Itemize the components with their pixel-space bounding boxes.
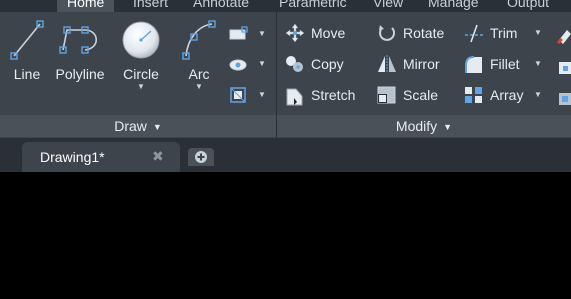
arc-button[interactable]: Arc ▼: [180, 18, 218, 91]
circle-button[interactable]: Circle ▼: [119, 18, 163, 91]
new-tab-button[interactable]: [188, 148, 214, 166]
explode-icon[interactable]: [557, 58, 571, 78]
array-button[interactable]: Array: [463, 84, 533, 106]
polyline-icon: [59, 26, 98, 54]
stretch-icon: [286, 88, 303, 106]
drawing-canvas[interactable]: [0, 172, 571, 299]
rectangle-icon: [229, 26, 248, 40]
line-icon: [10, 20, 44, 60]
rotate-icon: [379, 25, 395, 41]
tab-insert[interactable]: Insert: [133, 0, 168, 12]
fillet-icon: [465, 56, 482, 73]
document-tab-drawing1[interactable]: Drawing1* ✖: [22, 142, 180, 172]
trim-icon: [465, 24, 483, 43]
array-label: Array: [490, 87, 524, 103]
tab-output[interactable]: Output: [507, 0, 549, 12]
move-icon: [285, 23, 305, 43]
scale-label: Scale: [403, 87, 439, 103]
close-icon[interactable]: ✖: [152, 148, 164, 165]
ribbon-tab-strip: Home Insert Annotate Parametric View Man…: [0, 0, 571, 12]
scale-icon: [377, 86, 396, 104]
tab-manage[interactable]: Manage: [428, 0, 479, 12]
fillet-label: Fillet: [490, 56, 520, 72]
chevron-down-icon: ▼: [152, 122, 162, 133]
arc-dropdown-icon[interactable]: ▼: [180, 82, 218, 91]
trim-button[interactable]: Trim: [463, 22, 533, 44]
mirror-icon: [378, 55, 396, 73]
arc-label: Arc: [188, 66, 210, 82]
scale-button[interactable]: Scale: [376, 84, 456, 106]
stretch-label: Stretch: [311, 87, 356, 103]
rotate-label: Rotate: [403, 25, 445, 41]
document-tab-label: Drawing1*: [40, 149, 105, 165]
polyline-button[interactable]: Polyline: [53, 18, 107, 82]
rotate-button[interactable]: Rotate: [376, 22, 456, 44]
fillet-dropdown-icon[interactable]: ▼: [534, 59, 542, 68]
polyline-label: Polyline: [55, 66, 105, 82]
boundary-dropdown-icon[interactable]: ▼: [258, 90, 266, 99]
trim-dropdown-icon[interactable]: ▼: [534, 28, 542, 37]
plus-icon: [195, 151, 207, 163]
hatch-icon: [229, 59, 247, 71]
array-dropdown-icon[interactable]: ▼: [534, 90, 542, 99]
array-icon: [465, 87, 482, 103]
circle-label: Circle: [123, 66, 159, 82]
line-label: Line: [13, 66, 41, 82]
trim-label: Trim: [490, 25, 518, 41]
mirror-label: Mirror: [403, 56, 440, 72]
chevron-down-icon: ▼: [443, 122, 453, 133]
arc-icon: [182, 20, 216, 60]
stretch-button[interactable]: Stretch: [284, 84, 364, 106]
erase-icon[interactable]: [555, 26, 571, 46]
modify-panel-title[interactable]: Modify ▼: [277, 115, 571, 137]
tab-parametric[interactable]: Parametric: [279, 0, 347, 12]
circle-icon: [122, 21, 160, 59]
modify-panel-label: Modify: [395, 118, 438, 134]
mirror-button[interactable]: Mirror: [376, 53, 456, 75]
tab-annotate[interactable]: Annotate: [193, 0, 249, 12]
move-button[interactable]: Move: [284, 22, 364, 44]
move-label: Move: [311, 25, 346, 41]
tab-home[interactable]: Home: [57, 0, 115, 12]
tab-view[interactable]: View: [373, 0, 403, 12]
draw-panel-title[interactable]: Draw ▼: [0, 115, 276, 137]
copy-icon: [286, 56, 303, 72]
offset-icon[interactable]: [557, 89, 571, 109]
fillet-button[interactable]: Fillet: [463, 53, 533, 75]
copy-button[interactable]: Copy: [284, 53, 364, 75]
circle-dropdown-icon[interactable]: ▼: [119, 82, 163, 91]
line-button[interactable]: Line: [10, 18, 44, 82]
rectangle-dropdown-icon[interactable]: ▼: [258, 29, 266, 38]
draw-panel-label: Draw: [114, 118, 147, 134]
copy-label: Copy: [311, 56, 344, 72]
hatch-dropdown-icon[interactable]: ▼: [258, 59, 266, 68]
boundary-icon: [230, 87, 246, 103]
